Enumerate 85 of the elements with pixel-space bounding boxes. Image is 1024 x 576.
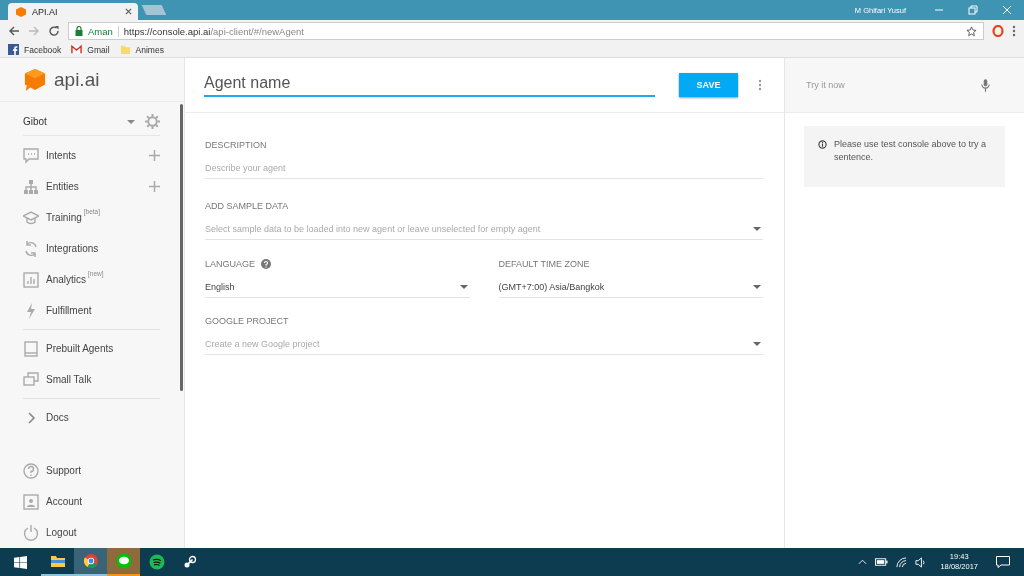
nav-item[interactable]: Fulfillment bbox=[23, 295, 160, 326]
agent-selector[interactable]: Gibot bbox=[23, 116, 117, 127]
graduation-cap-icon bbox=[23, 209, 39, 226]
url-text: https://console.api.ai/api-client/#/newAgent bbox=[123, 25, 304, 37]
nav-label: Docs bbox=[46, 412, 69, 423]
battery-icon[interactable] bbox=[875, 558, 889, 566]
chart-icon bbox=[23, 271, 39, 288]
logo-icon bbox=[24, 67, 46, 92]
nav-label: Account bbox=[46, 496, 83, 507]
restore-icon[interactable] bbox=[968, 5, 978, 15]
close-tab-icon[interactable] bbox=[125, 8, 132, 15]
lock-icon bbox=[75, 26, 83, 36]
chat-icon bbox=[23, 147, 39, 164]
info-icon bbox=[818, 140, 827, 149]
try-it-field[interactable]: Try it now bbox=[804, 79, 981, 91]
nav-label: Integrations bbox=[46, 243, 99, 254]
caret-icon bbox=[753, 342, 761, 346]
nav-item[interactable]: Docs bbox=[23, 402, 160, 433]
scrollbar[interactable] bbox=[180, 104, 183, 391]
nav-item[interactable]: Logout bbox=[23, 517, 160, 548]
site-name: Aman bbox=[88, 25, 113, 37]
nav-label: Logout bbox=[46, 527, 77, 538]
chrome-icon bbox=[82, 553, 99, 569]
dropdown-field[interactable]: English bbox=[205, 279, 470, 298]
caret-icon bbox=[753, 285, 761, 289]
hierarchy-icon bbox=[23, 178, 39, 195]
caret-icon bbox=[753, 227, 761, 231]
more-icon[interactable] bbox=[758, 79, 762, 91]
field-label: ADD SAMPLE DATA bbox=[205, 201, 289, 211]
extension-icon[interactable] bbox=[992, 25, 1004, 37]
browser-tab[interactable]: API.AI bbox=[8, 3, 138, 20]
microphone-icon[interactable] bbox=[981, 78, 990, 92]
nav-label: Prebuilt Agents bbox=[46, 343, 114, 354]
nav-item[interactable]: Intents bbox=[23, 140, 160, 171]
help-icon bbox=[23, 462, 39, 479]
book-icon bbox=[23, 340, 39, 357]
reload-icon[interactable] bbox=[48, 25, 60, 37]
address-field[interactable]: Aman https://console.api.ai/api-client/#/newAgent bbox=[68, 22, 984, 40]
cube-icon bbox=[16, 6, 26, 17]
nav-item[interactable]: Training $^{[beta]}$ bbox=[23, 202, 160, 233]
bookmark-link[interactable]: Animes bbox=[119, 44, 164, 55]
nav-item[interactable]: Support bbox=[23, 455, 160, 486]
chat-windows-icon bbox=[23, 371, 39, 388]
nav-item[interactable]: Prebuilt Agents bbox=[23, 333, 160, 364]
nav-label: Small Talk bbox=[46, 374, 92, 385]
nav-label: Fulfillment bbox=[46, 305, 92, 316]
bookmark-link[interactable]: Facebook bbox=[8, 44, 62, 55]
nav-item[interactable]: Integrations bbox=[23, 233, 160, 264]
nav-label: Support bbox=[46, 465, 82, 476]
dropdown-field[interactable]: (GMT+7:00) Asia/Bangkok bbox=[498, 279, 763, 298]
bookmark-link[interactable]: Gmail bbox=[71, 44, 110, 55]
nav-item[interactable]: Account bbox=[23, 486, 160, 517]
close-icon[interactable] bbox=[1002, 5, 1012, 15]
nav-label: Training bbox=[46, 212, 82, 223]
music-icon bbox=[148, 554, 165, 570]
notice-text: Please use test console above to try a sentence. bbox=[834, 138, 988, 164]
caret-icon[interactable] bbox=[127, 119, 135, 124]
facebook-icon bbox=[8, 44, 19, 55]
folder-icon bbox=[119, 44, 131, 55]
mail-icon bbox=[71, 44, 83, 55]
menu-icon[interactable] bbox=[1012, 25, 1016, 37]
sync-icon bbox=[23, 240, 39, 257]
volume-icon[interactable] bbox=[915, 556, 927, 568]
caret-icon bbox=[459, 285, 468, 289]
nav-item[interactable]: Entities bbox=[23, 171, 160, 202]
field-label: DEFAULT TIME ZONE bbox=[498, 259, 590, 269]
star-icon[interactable] bbox=[966, 25, 977, 37]
nav-label: Analytics bbox=[46, 274, 86, 285]
chat-bubble-icon bbox=[115, 553, 132, 569]
folder-icon bbox=[49, 553, 66, 569]
field-label: GOOGLE PROJECT bbox=[205, 316, 289, 326]
notification-icon[interactable] bbox=[996, 556, 1010, 568]
back-icon[interactable] bbox=[8, 25, 20, 37]
windows-icon[interactable] bbox=[14, 555, 27, 569]
chevron-up-icon[interactable] bbox=[858, 559, 868, 565]
power-icon bbox=[23, 524, 39, 541]
nav-label: Intents bbox=[46, 150, 77, 161]
nav-label: Entities bbox=[46, 181, 79, 192]
wifi-icon[interactable] bbox=[896, 556, 908, 568]
account-icon bbox=[23, 493, 39, 510]
field-label: LANGUAGE bbox=[205, 259, 255, 269]
logo-text: api.ai bbox=[54, 68, 100, 91]
nav-item[interactable]: Small Talk bbox=[23, 364, 160, 395]
nav-item[interactable]: Analytics $^{[new]}$ bbox=[23, 264, 160, 295]
field-label: DESCRIPTION bbox=[205, 140, 267, 150]
